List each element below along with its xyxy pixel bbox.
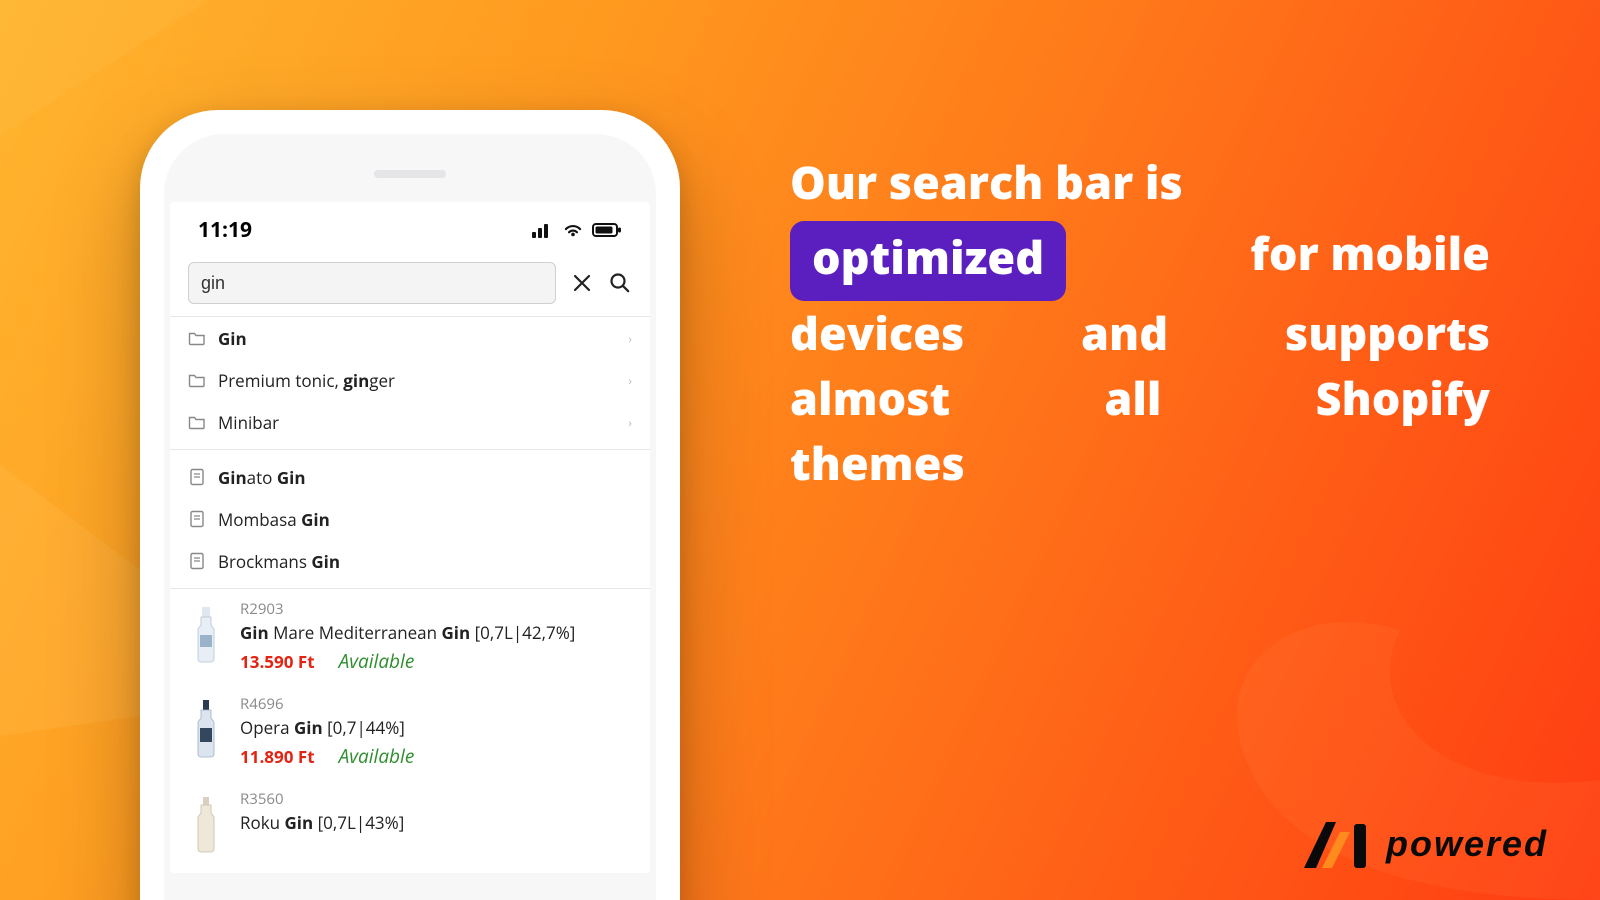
category-row[interactable]: Gin › [180,317,640,359]
copy-text: Shopify [1316,366,1490,431]
ai-powered-badge: powered [1296,818,1548,870]
page-suggestions: Ginato Gin Mombasa Gin [180,456,640,582]
product-availability: Available [339,648,415,674]
phone-inner: 11:19 [164,134,656,900]
page-label: Brockmans Gin [218,550,340,573]
page-row[interactable]: Ginato Gin [180,456,640,498]
category-suggestions: Gin › Premium tonic, ginger › [180,317,640,443]
copy-text: supports [1285,301,1490,366]
product-title: Gin Mare Mediterranean Gin [0,7L|42,7%] [240,621,575,644]
search-icon [609,272,631,294]
copy-text: all [1104,366,1161,431]
product-row[interactable]: R2903 Gin Mare Mediterranean Gin [0,7L|4… [180,589,640,684]
cellular-icon [532,222,554,238]
page-icon [188,552,206,570]
search-input[interactable] [188,262,556,304]
copy-text: and [1081,301,1168,366]
product-title: Roku Gin [0,7L|43%] [240,811,404,834]
category-label: Premium tonic, ginger [218,369,395,392]
phone-frame: 11:19 [140,110,680,900]
clear-search-button[interactable] [570,271,594,295]
page-label: Mombasa Gin [218,508,330,531]
product-availability: Available [339,743,415,769]
marketing-copy: Our search bar is optimized for mobile d… [790,150,1490,496]
product-thumb [186,789,226,853]
chevron-right-icon: › [628,414,632,431]
copy-text: for mobile [1250,221,1490,300]
page-row[interactable]: Mombasa Gin [180,498,640,540]
category-label: Minibar [218,411,279,434]
page-row[interactable]: Brockmans Gin [180,540,640,582]
category-row[interactable]: Minibar › [180,401,640,443]
product-row[interactable]: R3560 Roku Gin [0,7L|43%] [180,779,640,863]
copy-text: themes [790,431,965,496]
copy-text: almost [790,366,950,431]
chevron-right-icon: › [628,330,632,347]
product-title: Opera Gin [0,7|44%] [240,716,414,739]
product-results: R2903 Gin Mare Mediterranean Gin [0,7L|4… [180,589,640,863]
app-screen: 11:19 [170,202,650,873]
product-sku: R3560 [240,789,404,809]
status-time: 11:19 [198,216,252,244]
folder-icon [188,413,206,431]
product-thumb [186,599,226,663]
folder-icon [188,371,206,389]
battery-icon [592,222,622,238]
category-row[interactable]: Premium tonic, ginger › [180,359,640,401]
product-sku: R4696 [240,694,414,714]
copy-text: devices [790,301,964,366]
close-icon [572,273,592,293]
chevron-right-icon: › [628,372,632,389]
page-icon [188,510,206,528]
status-icons [532,222,622,238]
ai-logo-icon [1296,818,1370,870]
product-thumb [186,694,226,758]
badge-text: powered [1386,823,1548,865]
category-label: Gin [218,327,247,350]
product-row[interactable]: R4696 Opera Gin [0,7|44%] 11.890 Ft Avai… [180,684,640,779]
product-price: 11.890 Ft [240,745,315,768]
folder-icon [188,329,206,347]
status-bar: 11:19 [180,202,640,258]
wifi-icon [562,222,584,238]
page-icon [188,468,206,486]
product-sku: R2903 [240,599,575,619]
submit-search-button[interactable] [608,271,632,295]
search-row [180,258,640,316]
highlight-pill: optimized [790,221,1066,300]
promo-slide: 11:19 [0,0,1600,900]
phone-speaker [374,170,446,178]
page-label: Ginato Gin [218,466,306,489]
product-price: 13.590 Ft [240,650,315,673]
copy-text: Our search bar is [790,152,1183,213]
